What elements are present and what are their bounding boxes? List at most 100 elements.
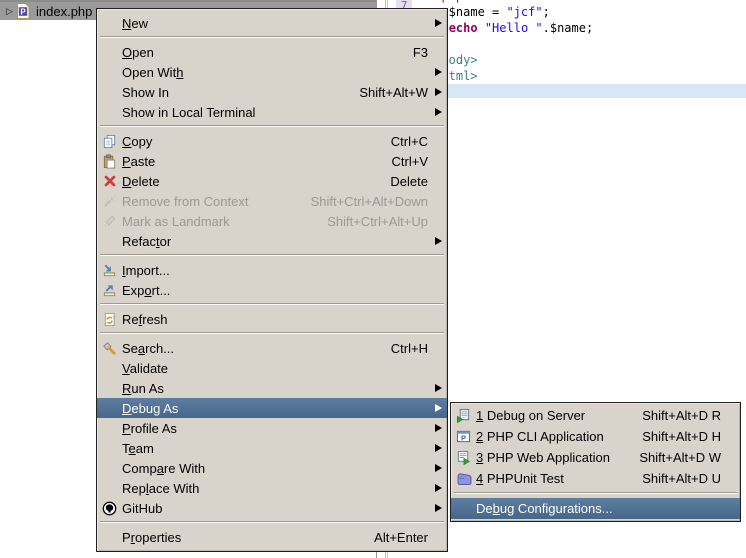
menu-item-label: Mark as Landmark <box>122 214 230 229</box>
menu-item-copy[interactable]: CopyCtrl+C <box>97 131 447 151</box>
menu-item-label: Compare With <box>122 461 205 476</box>
menu-item-label: Refactor <box>122 234 171 249</box>
menu-item-show-in[interactable]: Show In Shift+Alt+W <box>97 82 447 102</box>
menu-item-shortcut: Shift+Alt+W <box>345 85 433 100</box>
code-segment-php-open: <?php <box>427 0 463 3</box>
no-arrow <box>433 363 442 374</box>
menu-item-label: Validate <box>122 361 168 376</box>
menu-item-show-in-local-terminal[interactable]: Show in Local Terminal <box>97 102 447 122</box>
menu-item-open[interactable]: OpenF3 <box>97 42 447 62</box>
no-arrow <box>433 196 442 207</box>
paste-icon <box>100 153 119 169</box>
menu-item-shortcut: Shift+Alt+D W <box>625 450 726 465</box>
menu-item-label: Refresh <box>122 312 168 327</box>
menu-item-refactor[interactable]: Refactor <box>97 231 447 251</box>
php-cli-icon: P <box>454 429 473 445</box>
no-arrow <box>433 285 442 296</box>
menu-item-label: Search... <box>122 341 174 356</box>
menu-item-label: New <box>122 16 148 31</box>
menu-item-label: Properties <box>122 530 181 545</box>
menu-item-2-php-cli-application[interactable]: P2 PHP CLI ApplicationShift+Alt+D H <box>451 426 740 447</box>
editor-code-text[interactable]: <?php $name = "jcf"; echo "Hello ".$name… <box>427 0 593 84</box>
submenu-arrow-icon <box>433 383 442 394</box>
menu-item-github[interactable]: GitHub <box>97 498 447 518</box>
code-line: </html> <box>427 68 593 84</box>
menu-item-label: Show In <box>122 85 169 100</box>
menu-item-mark-as-landmark: Mark as Landmark Shift+Ctrl+Alt+Up <box>97 211 447 231</box>
no-icon <box>100 480 119 496</box>
submenu-arrow-icon <box>433 443 442 454</box>
menu-item-shortcut: Shift+Alt+D R <box>628 408 726 423</box>
no-arrow <box>433 156 442 167</box>
menu-item-shortcut: Ctrl+C <box>377 134 433 149</box>
tree-item-label: index.php <box>36 4 92 19</box>
menu-item-search[interactable]: Search... Ctrl+H <box>97 338 447 358</box>
menu-separator <box>452 489 739 498</box>
code-line: echo "Hello ".$name; <box>427 20 593 36</box>
menu-item-paste[interactable]: Paste Ctrl+V <box>97 151 447 171</box>
menu-item-validate[interactable]: Validate <box>97 358 447 378</box>
code-line: $name = "jcf"; <box>427 4 593 20</box>
menu-item-import[interactable]: Import... <box>97 260 447 280</box>
no-arrow <box>433 136 442 147</box>
menu-item-1-debug-on-server[interactable]: 1 Debug on Server Shift+Alt+D R <box>451 405 740 426</box>
expander-icon[interactable]: ▷ <box>3 2 16 20</box>
php-file-icon: P <box>16 3 31 19</box>
menu-item-shortcut: Shift+Alt+D U <box>628 471 726 486</box>
no-icon <box>454 501 473 517</box>
no-icon <box>100 529 119 545</box>
menu-item-properties[interactable]: Properties Alt+Enter <box>97 527 447 547</box>
menu-item-profile-as[interactable]: Profile As <box>97 418 447 438</box>
no-icon <box>100 420 119 436</box>
menu-item-label: Export... <box>122 283 170 298</box>
no-icon <box>100 400 119 416</box>
menu-separator <box>98 300 446 309</box>
no-icon <box>100 233 119 249</box>
menu-item-replace-with[interactable]: Replace With <box>97 478 447 498</box>
submenu-arrow-icon <box>433 403 442 414</box>
no-icon <box>100 440 119 456</box>
menu-item-shortcut: Delete <box>376 174 433 189</box>
code-line <box>427 36 593 52</box>
menu-item-shortcut: Ctrl+H <box>377 341 433 356</box>
menu-item-shortcut: Shift+Ctrl+Alt+Up <box>313 214 433 229</box>
no-icon <box>100 84 119 100</box>
menu-item-label: 1 Debug on Server <box>476 408 585 423</box>
menu-item-label: Remove from Context <box>122 194 248 209</box>
menu-item-shortcut: Alt+Enter <box>360 530 433 545</box>
menu-item-team[interactable]: Team <box>97 438 447 458</box>
menu-item-new[interactable]: New <box>97 13 447 33</box>
debug-server-icon <box>454 408 473 424</box>
no-arrow <box>433 265 442 276</box>
menu-item-label: Open With <box>122 65 183 80</box>
remove-context-icon <box>100 193 119 209</box>
menu-item-delete[interactable]: DeleteDelete <box>97 171 447 191</box>
menu-item-compare-with[interactable]: Compare With <box>97 458 447 478</box>
menu-item-refresh[interactable]: Refresh <box>97 309 447 329</box>
refresh-icon <box>100 311 119 327</box>
menu-item-label: Debug Configurations... <box>476 501 613 516</box>
menu-item-shortcut: Ctrl+V <box>378 154 433 169</box>
svg-text:P: P <box>20 7 26 16</box>
search-icon <box>100 340 119 356</box>
menu-item-run-as[interactable]: Run As <box>97 378 447 398</box>
menu-item-label: 3 PHP Web Application <box>476 450 610 465</box>
no-icon <box>100 380 119 396</box>
menu-item-debug-as[interactable]: Debug As <box>97 398 447 418</box>
no-arrow <box>726 431 735 442</box>
landmark-icon <box>100 213 119 229</box>
menu-item-3-php-web-application[interactable]: 3 PHP Web Application Shift+Alt+D W <box>451 447 740 468</box>
code-segment-string: "Hello " <box>485 21 543 35</box>
menu-item-label: Show in Local Terminal <box>122 105 255 120</box>
import-icon <box>100 262 119 278</box>
menu-item-label: Paste <box>122 154 155 169</box>
menu-separator <box>98 251 446 260</box>
menu-item-export[interactable]: Export... <box>97 280 447 300</box>
menu-item-label: Replace With <box>122 481 199 496</box>
github-icon <box>100 500 119 516</box>
submenu-arrow-icon <box>433 483 442 494</box>
menu-item-4-phpunit-test[interactable]: 4 PHPUnit TestShift+Alt+D U <box>451 468 740 489</box>
menu-item-debug-configurations[interactable]: Debug Configurations... <box>451 498 740 519</box>
menu-item-open-with[interactable]: Open With <box>97 62 447 82</box>
menu-item-label: Import... <box>122 263 170 278</box>
